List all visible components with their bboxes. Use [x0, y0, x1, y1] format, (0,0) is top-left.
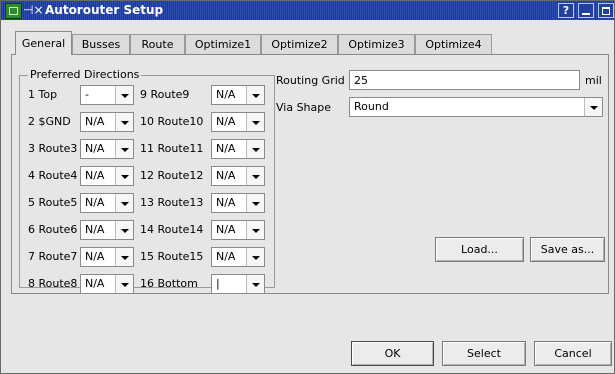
- tab-busses[interactable]: Busses: [72, 34, 130, 54]
- direction-value: N/A: [216, 223, 236, 236]
- select-button[interactable]: Select: [442, 341, 526, 366]
- via-shape-label: Via Shape: [276, 101, 332, 114]
- chevron-down-icon[interactable]: [115, 113, 133, 131]
- direction-select[interactable]: N/A: [80, 247, 134, 267]
- direction-value: -: [85, 88, 89, 101]
- routing-grid-input[interactable]: [349, 70, 580, 90]
- via-shape-value: Round: [354, 100, 389, 113]
- direction-select[interactable]: N/A: [211, 220, 265, 240]
- routing-grid-label: Routing Grid: [276, 74, 345, 87]
- chevron-down-icon[interactable]: [246, 248, 264, 266]
- cancel-button[interactable]: Cancel: [534, 341, 612, 366]
- help-button[interactable]: ?: [558, 3, 574, 18]
- maximize-button[interactable]: [598, 3, 614, 18]
- chevron-down-icon[interactable]: [246, 86, 264, 104]
- save-as-button[interactable]: Save as...: [530, 237, 605, 262]
- direction-value: N/A: [85, 196, 105, 209]
- direction-select[interactable]: N/A: [80, 220, 134, 240]
- layer-label: 5 Route5: [28, 196, 78, 209]
- layer-label: 2 $GND: [28, 115, 71, 128]
- direction-value: N/A: [216, 88, 236, 101]
- autorouter-setup-window: ⊣× Autorouter Setup ? General Busses Rou…: [0, 0, 615, 374]
- app-icon: [5, 3, 22, 19]
- chevron-down-icon[interactable]: [246, 194, 264, 212]
- layer-label: 9 Route9: [140, 88, 190, 101]
- layer-label: 13 Route13: [140, 196, 204, 209]
- direction-select[interactable]: N/A: [211, 85, 265, 105]
- routing-grid-field[interactable]: [350, 71, 579, 89]
- chevron-down-icon[interactable]: [115, 275, 133, 293]
- preferred-directions-group: Preferred Directions 1 Top - 2 $GND N/A …: [19, 68, 275, 294]
- routing-grid-unit: mil: [585, 74, 602, 87]
- direction-select[interactable]: N/A: [211, 166, 265, 186]
- tab-optimize1[interactable]: Optimize1: [185, 34, 261, 54]
- direction-value: N/A: [85, 142, 105, 155]
- via-shape-select[interactable]: Round: [349, 97, 603, 117]
- direction-select[interactable]: N/A: [211, 139, 265, 159]
- direction-select[interactable]: N/A: [80, 274, 134, 294]
- direction-value: N/A: [216, 142, 236, 155]
- layer-label: 4 Route4: [28, 169, 78, 182]
- layer-label: 11 Route11: [140, 142, 204, 155]
- direction-value: N/A: [216, 169, 236, 182]
- chevron-down-icon[interactable]: [246, 221, 264, 239]
- direction-select[interactable]: |: [211, 274, 265, 294]
- layer-label: 14 Route14: [140, 223, 204, 236]
- chevron-down-icon[interactable]: [246, 275, 264, 293]
- direction-value: N/A: [85, 169, 105, 182]
- layer-label: 1 Top: [28, 88, 58, 101]
- direction-value: N/A: [216, 196, 236, 209]
- direction-select[interactable]: N/A: [211, 193, 265, 213]
- direction-select[interactable]: N/A: [80, 193, 134, 213]
- layer-label: 10 Route10: [140, 115, 204, 128]
- direction-value: N/A: [216, 115, 236, 128]
- chevron-down-icon[interactable]: [115, 248, 133, 266]
- direction-select[interactable]: -: [80, 85, 134, 105]
- direction-select[interactable]: N/A: [211, 247, 265, 267]
- chevron-down-icon[interactable]: [246, 140, 264, 158]
- layer-label: 12 Route12: [140, 169, 204, 182]
- layer-label: 3 Route3: [28, 142, 78, 155]
- direction-value: N/A: [85, 250, 105, 263]
- direction-select[interactable]: N/A: [80, 139, 134, 159]
- direction-value: N/A: [216, 250, 236, 263]
- minimize-button[interactable]: [578, 3, 594, 18]
- chevron-down-icon[interactable]: [115, 221, 133, 239]
- chevron-down-icon[interactable]: [115, 194, 133, 212]
- load-button[interactable]: Load...: [435, 237, 524, 262]
- direction-select[interactable]: N/A: [80, 166, 134, 186]
- chevron-down-icon[interactable]: [115, 167, 133, 185]
- window-title: Autorouter Setup: [45, 3, 164, 17]
- layer-label: 8 Route8: [28, 277, 78, 290]
- direction-value: N/A: [85, 277, 105, 290]
- group-title: Preferred Directions: [28, 68, 142, 81]
- tab-optimize4[interactable]: Optimize4: [415, 34, 492, 54]
- direction-value: N/A: [85, 223, 105, 236]
- tab-optimize2[interactable]: Optimize2: [261, 34, 338, 54]
- direction-value: N/A: [85, 115, 105, 128]
- tab-route[interactable]: Route: [130, 34, 185, 54]
- title-bar[interactable]: ⊣× Autorouter Setup ?: [1, 1, 614, 20]
- direction-select[interactable]: N/A: [211, 112, 265, 132]
- general-tab-panel: Preferred Directions 1 Top - 2 $GND N/A …: [11, 54, 609, 294]
- layer-label: 7 Route7: [28, 250, 78, 263]
- ok-button[interactable]: OK: [351, 341, 434, 366]
- direction-select[interactable]: N/A: [80, 112, 134, 132]
- direction-value: |: [216, 277, 220, 290]
- chevron-down-icon[interactable]: [246, 167, 264, 185]
- layer-label: 15 Route15: [140, 250, 204, 263]
- chevron-down-icon[interactable]: [115, 140, 133, 158]
- layer-label: 16 Bottom: [140, 277, 198, 290]
- layer-label: 6 Route6: [28, 223, 78, 236]
- tab-general[interactable]: General: [15, 31, 72, 55]
- chevron-down-icon[interactable]: [246, 113, 264, 131]
- chevron-down-icon[interactable]: [115, 86, 133, 104]
- chevron-down-icon[interactable]: [584, 98, 602, 116]
- pin-icon[interactable]: ⊣×: [23, 2, 44, 18]
- tab-optimize3[interactable]: Optimize3: [338, 34, 415, 54]
